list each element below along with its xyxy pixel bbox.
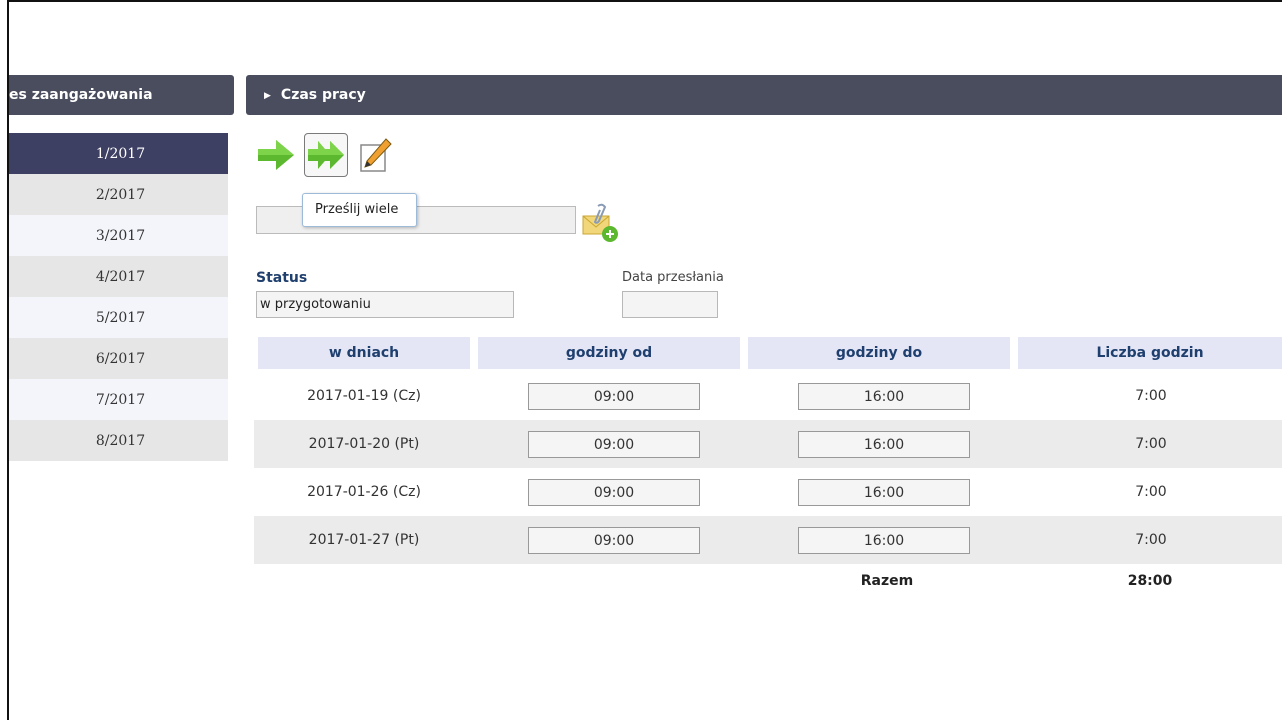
period-list: 1/2017 2/2017 3/2017 4/2017 5/2017 6/201… [9, 133, 228, 461]
send-many-icon [308, 141, 344, 169]
hours-to-input[interactable]: 16:00 [798, 527, 970, 554]
edit-pencil-icon [360, 138, 392, 172]
attach-file-button[interactable] [580, 202, 620, 244]
hours-from-input[interactable]: 09:00 [528, 383, 700, 410]
total-label: Razem [860, 573, 914, 589]
status-field: w przygotowaniu [256, 291, 514, 318]
row-hours: 7:00 [1135, 388, 1167, 404]
left-panel-header: es zaangażowania [9, 75, 234, 115]
total-value: 28:00 [1127, 573, 1173, 589]
period-item[interactable]: 6/2017 [9, 338, 228, 379]
expand-triangle-icon: ▶ [264, 91, 271, 101]
row-date: 2017-01-26 (Cz) [307, 484, 421, 500]
row-hours: 7:00 [1135, 484, 1167, 500]
section-header[interactable]: ▶ Czas pracy [246, 75, 1282, 115]
period-item[interactable]: 8/2017 [9, 420, 228, 461]
row-date: 2017-01-20 (Pt) [308, 436, 420, 452]
date-sent-label: Data przesłania [622, 270, 724, 285]
row-hours: 7:00 [1135, 436, 1167, 452]
table-row: 2017-01-26 (Cz) 09:00 16:00 7:00 [254, 468, 1282, 516]
section-title: Czas pracy [280, 87, 366, 103]
edit-button[interactable] [354, 133, 398, 177]
send-many-button[interactable] [304, 133, 348, 177]
hours-to-input[interactable]: 16:00 [798, 431, 970, 458]
period-item[interactable]: 1/2017 [9, 133, 228, 174]
table-row: 2017-01-27 (Pt) 09:00 16:00 7:00 [254, 516, 1282, 564]
period-item[interactable]: 4/2017 [9, 256, 228, 297]
hours-from-input[interactable]: 09:00 [528, 479, 700, 506]
row-date: 2017-01-19 (Cz) [307, 388, 421, 404]
period-item[interactable]: 2/2017 [9, 174, 228, 215]
hours-from-input[interactable]: 09:00 [528, 527, 700, 554]
tooltip: Prześlij wiele [302, 193, 417, 227]
status-label: Status [256, 270, 308, 286]
attach-file-icon [582, 203, 618, 242]
send-button[interactable] [254, 133, 298, 177]
column-header-to: godziny do [748, 337, 1010, 369]
period-item[interactable]: 3/2017 [9, 215, 228, 256]
row-date: 2017-01-27 (Pt) [308, 532, 420, 548]
hours-to-input[interactable]: 16:00 [798, 383, 970, 410]
hours-to-input[interactable]: 16:00 [798, 479, 970, 506]
send-arrow-icon [258, 140, 294, 170]
column-header-days: w dniach [258, 337, 470, 369]
toolbar [254, 133, 404, 177]
table-row: 2017-01-20 (Pt) 09:00 16:00 7:00 [254, 420, 1282, 468]
column-header-from: godziny od [478, 337, 740, 369]
hours-from-input[interactable]: 09:00 [528, 431, 700, 458]
row-hours: 7:00 [1135, 532, 1167, 548]
period-item[interactable]: 7/2017 [9, 379, 228, 420]
column-header-hours: Liczba godzin [1018, 337, 1282, 369]
table-row: 2017-01-19 (Cz) 09:00 16:00 7:00 [254, 372, 1282, 420]
date-sent-field [622, 291, 718, 318]
period-item[interactable]: 5/2017 [9, 297, 228, 338]
